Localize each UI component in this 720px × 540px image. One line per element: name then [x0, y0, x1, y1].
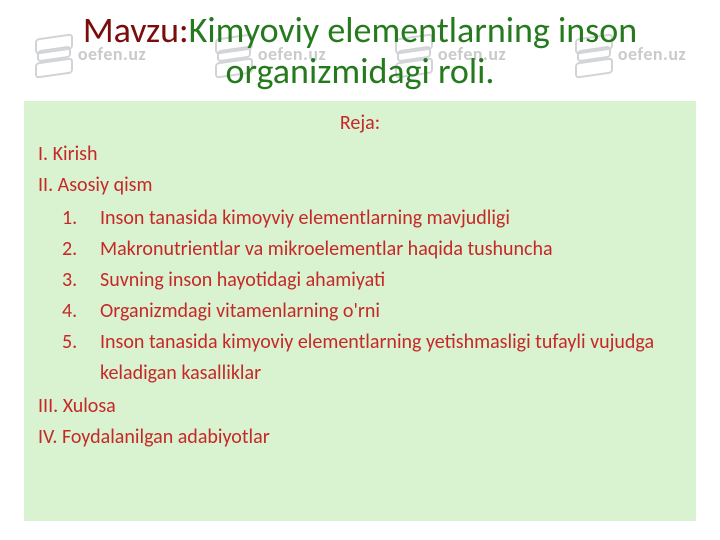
- outline-item: 2.Makronutrientlar va mikroelementlar ha…: [62, 234, 682, 265]
- outline-ordered-list: 1.Inson tanasida kimoyviy elementlarning…: [62, 203, 682, 389]
- title-prefix: Mavzu:: [83, 8, 189, 52]
- item-number: 2.: [62, 234, 94, 265]
- item-number: 3.: [62, 265, 94, 296]
- item-text: Inson tanasida kimoyviy elementlarning m…: [94, 203, 682, 234]
- item-text: Inson tanasida kimyoviy elementlarning y…: [94, 327, 682, 389]
- item-number: 1.: [62, 203, 94, 234]
- outline-section-2: II. Asosiy qism: [38, 170, 682, 201]
- content-panel: Reja: I. Kirish II. Asosiy qism 1.Inson …: [24, 101, 696, 521]
- outline-item: 5.Inson tanasida kimyoviy elementlarning…: [62, 327, 682, 389]
- outline-section-3: III. Xulosa: [38, 391, 682, 422]
- item-number: 5.: [62, 327, 94, 389]
- outline-item: 4.Organizmdagi vitamenlarning o'rni: [62, 296, 682, 327]
- outline-section-4: IV. Foydalanilgan adabiyotlar: [38, 422, 682, 453]
- title-main: Kimyoviy elementlarning inson organizmid…: [189, 8, 638, 93]
- outline-item: 3.Suvning inson hayotidagi ahamiyati: [62, 265, 682, 296]
- outline-section-1: I. Kirish: [38, 139, 682, 170]
- outline-item: 1.Inson tanasida kimoyviy elementlarning…: [62, 203, 682, 234]
- slide-title: Mavzu:Kimyoviy elementlarning inson orga…: [0, 0, 720, 95]
- item-text: Organizmdagi vitamenlarning o'rni: [94, 296, 682, 327]
- item-text: Suvning inson hayotidagi ahamiyati: [94, 265, 682, 296]
- item-number: 4.: [62, 296, 94, 327]
- outline-heading: Reja:: [38, 111, 682, 135]
- item-text: Makronutrientlar va mikroelementlar haqi…: [94, 234, 682, 265]
- slide: Mavzu:Kimyoviy elementlarning inson orga…: [0, 0, 720, 540]
